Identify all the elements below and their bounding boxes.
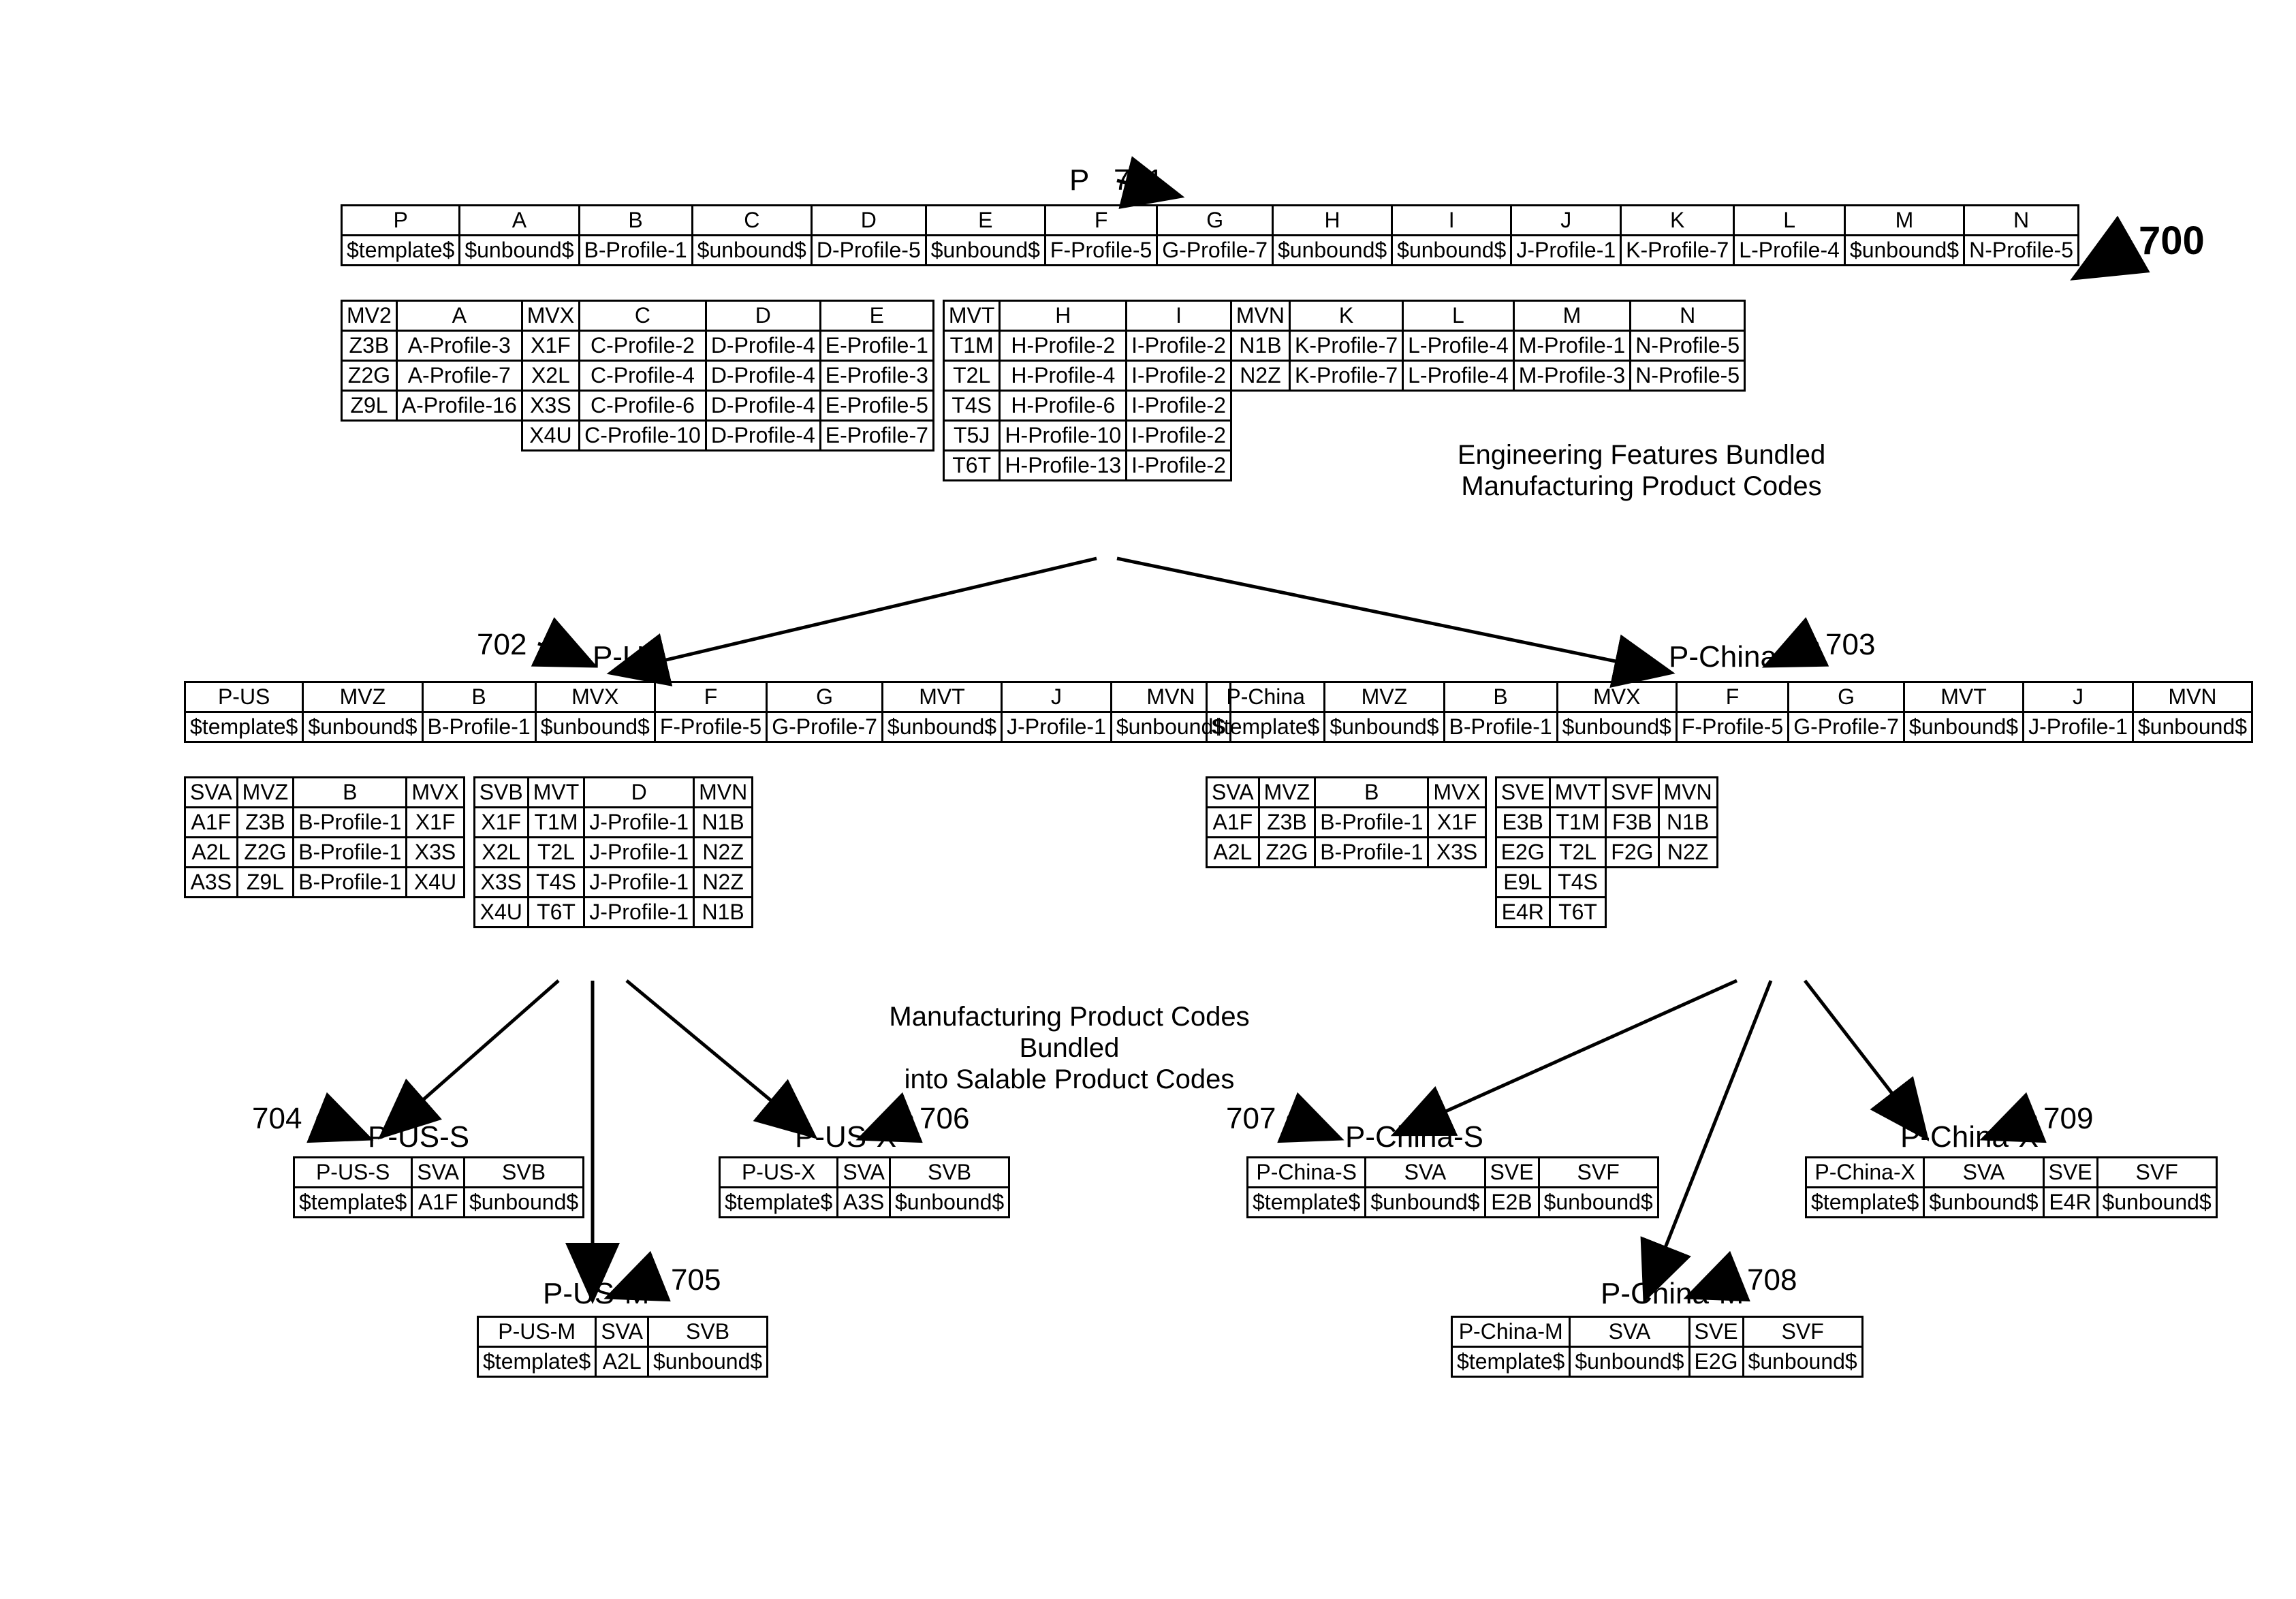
table-row: $template$$unbound$E2G$unbound$ [1452, 1347, 1863, 1377]
table-row: P-China-XSVASVESVF [1806, 1158, 2217, 1188]
table-row: $template$A2L$unbound$ [478, 1347, 768, 1377]
ref-704: 704 [252, 1102, 302, 1136]
node-label-p-china-m: P-China-M [1601, 1277, 1744, 1311]
table-row: A1FZ3BB-Profile-1X1FE3BT1MF3BN1B [1207, 808, 1718, 838]
diagram-page: 700 P 701 PABCDEFGHIJKLMN $template$$unb… [0, 0, 2296, 1599]
table-row: E9LT4S [1207, 868, 1718, 898]
ref-707: 707 [1226, 1102, 1276, 1136]
node-label-p: P [1069, 163, 1089, 197]
table-row: P-China-MSVASVESVF [1452, 1317, 1863, 1347]
table-709: P-China-XSVASVESVF $template$$unbound$E4… [1805, 1156, 2218, 1218]
table-row: A2LZ2GB-Profile-1X3SE2GT2LF2GN2Z [1207, 838, 1718, 868]
node-label-p-us-x: P-US-X [795, 1120, 896, 1154]
table-row: MV2AMVXCDEMVTHIMVNKLMN [342, 301, 1745, 331]
table-row: A3SZ9LB-Profile-1X4UX3ST4SJ-Profile-1N2Z [185, 868, 753, 898]
table-706: P-US-XSVASVB $template$A3S$unbound$ [719, 1156, 1010, 1218]
note-engineering: Engineering Features BundledManufacturin… [1451, 439, 1832, 502]
node-label-p-china: P-China [1669, 640, 1777, 674]
table-703-body: SVAMVZBMVXSVEMVTSVFMVN A1FZ3BB-Profile-1… [1206, 776, 1718, 928]
ref-702: 702 [477, 628, 526, 662]
table-row: $template$$unbound$B-Profile-1$unbound$D… [342, 236, 2079, 266]
table-row: A1FZ3BB-Profile-1X1FX1FT1MJ-Profile-1N1B [185, 808, 753, 838]
table-708: P-China-MSVASVESVF $template$$unbound$E2… [1451, 1316, 1863, 1378]
table-703-header: P-ChinaMVZBMVXFGMVTJMVN $template$$unbou… [1206, 681, 2253, 743]
table-row: $template$$unbound$B-Profile-1$unbound$F… [1207, 712, 2252, 742]
table-row: SVAMVZBMVXSVBMVTDMVN [185, 778, 753, 808]
table-701-header: PABCDEFGHIJKLMN $template$$unbound$B-Pro… [341, 204, 2079, 266]
table-row: P-US-XSVASVB [720, 1158, 1009, 1188]
table-row: E4RT6T [1207, 898, 1718, 928]
node-label-p-us-m: P-US-M [543, 1277, 649, 1311]
ref-709: 709 [2043, 1102, 2093, 1136]
table-row: P-US-SSVASVB [294, 1158, 584, 1188]
figure-label: 700 [2139, 218, 2205, 264]
table-row: $template$$unbound$B-Profile-1$unbound$F… [185, 712, 1231, 742]
ref-706: 706 [919, 1102, 969, 1136]
table-row: X4UT6TJ-Profile-1N1B [185, 898, 753, 928]
table-705: P-US-MSVASVB $template$A2L$unbound$ [477, 1316, 768, 1378]
node-label-p-us-s: P-US-S [368, 1120, 469, 1154]
table-row: $template$$unbound$E2B$unbound$ [1248, 1188, 1658, 1218]
ref-708: 708 [1747, 1263, 1797, 1297]
table-row: SVAMVZBMVXSVEMVTSVFMVN [1207, 778, 1718, 808]
table-704: P-US-SSVASVB $template$A1F$unbound$ [293, 1156, 584, 1218]
node-label-p-china-s: P-China-S [1345, 1120, 1483, 1154]
table-row: $template$$unbound$E4R$unbound$ [1806, 1188, 2217, 1218]
node-label-p-china-x: P-China-X [1900, 1120, 2039, 1154]
table-707: P-China-SSVASVESVF $template$$unbound$E2… [1246, 1156, 1659, 1218]
table-row: P-China-SSVASVESVF [1248, 1158, 1658, 1188]
ref-703: 703 [1825, 628, 1875, 662]
table-row: $template$A3S$unbound$ [720, 1188, 1009, 1218]
table-row: P-ChinaMVZBMVXFGMVTJMVN [1207, 682, 2252, 712]
ref-701: 701 [1114, 163, 1163, 197]
table-row: P-USMVZBMVXFGMVTJMVN [185, 682, 1231, 712]
table-row: Z2GA-Profile-7X2LC-Profile-4D-Profile-4E… [342, 361, 1745, 391]
table-row: P-US-MSVASVB [478, 1317, 768, 1347]
table-702-header: P-USMVZBMVXFGMVTJMVN $template$$unbound$… [184, 681, 1231, 743]
table-row: $template$A1F$unbound$ [294, 1188, 584, 1218]
table-row: A2LZ2GB-Profile-1X3SX2LT2LJ-Profile-1N2Z [185, 838, 753, 868]
table-702-body: SVAMVZBMVXSVBMVTDMVN A1FZ3BB-Profile-1X1… [184, 776, 753, 928]
ref-705: 705 [671, 1263, 721, 1297]
table-row: Z9LA-Profile-16X3SC-Profile-6D-Profile-4… [342, 391, 1745, 421]
node-label-p-us: P-US [593, 640, 664, 674]
table-row: PABCDEFGHIJKLMN [342, 206, 2079, 236]
table-row: Z3BA-Profile-3X1FC-Profile-2D-Profile-4E… [342, 331, 1745, 361]
note-mfg: Manufacturing Product Codes Bundledinto … [858, 1001, 1280, 1095]
